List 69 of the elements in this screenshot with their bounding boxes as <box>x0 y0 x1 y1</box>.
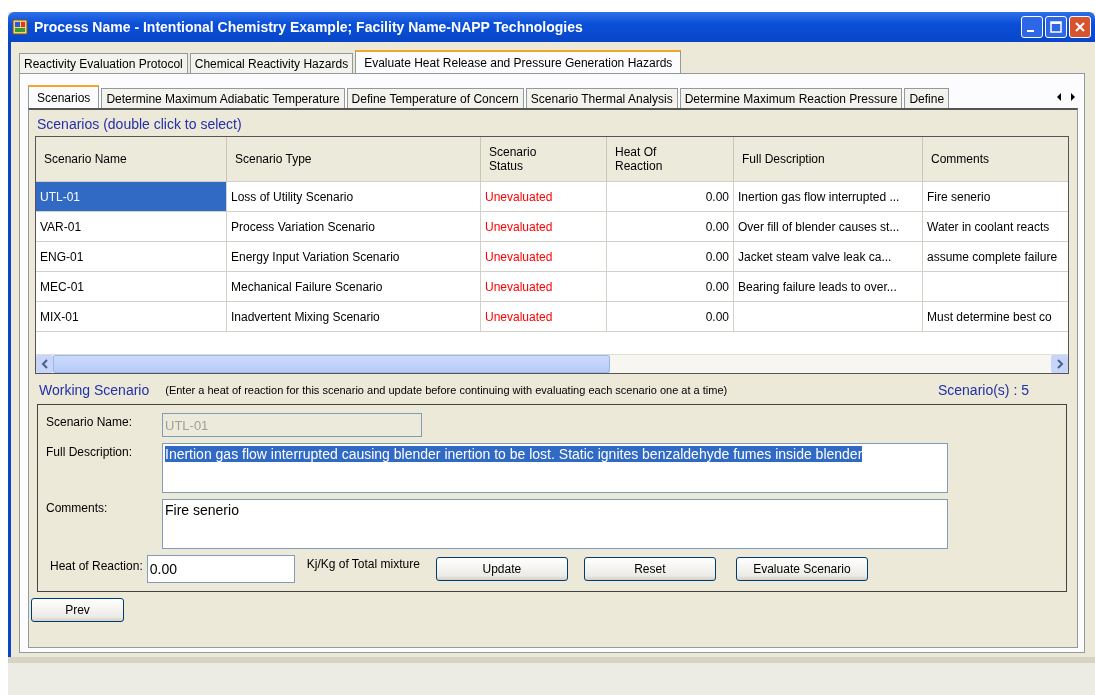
table-cell[interactable]: Inadvertent Mixing Scenario <box>227 302 481 332</box>
table-cell[interactable]: Fire senerio <box>923 182 1068 212</box>
table-cell[interactable]: Bearing failure leads to over... <box>734 272 923 302</box>
section-title: Scenarios (double click to select) <box>36 115 243 134</box>
scenario-count: Scenario(s) : 5 <box>937 382 1029 398</box>
column-header[interactable]: Full Description <box>734 137 923 181</box>
tab[interactable]: Chemical Reactivity Hazards <box>189 53 354 73</box>
action-button[interactable]: Update <box>435 557 568 581</box>
table-cell[interactable]: Unevaluated <box>481 242 607 272</box>
tab[interactable]: Reactivity Evaluation Protocol <box>19 53 188 73</box>
table-cell[interactable]: MIX-01 <box>36 302 227 332</box>
table-cell[interactable]: 0.00 <box>607 302 734 332</box>
tab[interactable]: Scenarios <box>28 85 100 108</box>
field-label: Heat of Reaction: <box>50 558 143 573</box>
field-label: Scenario Name: <box>46 414 134 431</box>
table-cell[interactable]: 0.00 <box>607 242 734 272</box>
field-label: Comments: <box>46 500 109 517</box>
table-cell[interactable]: Water in coolant reacts <box>923 212 1068 242</box>
close-button[interactable] <box>1069 16 1091 38</box>
table-cell[interactable]: MEC-01 <box>36 272 227 302</box>
table-cell[interactable] <box>734 302 923 332</box>
prev-button[interactable]: Prev <box>31 598 124 622</box>
tab[interactable]: Evaluate Heat Release and Pressure Generation Hazards <box>355 50 682 73</box>
table-cell[interactable]: Must determine best co <box>923 302 1068 332</box>
table-cell[interactable]: Inertion gas flow interrupted ... <box>734 182 923 212</box>
minimize-icon <box>1026 30 1034 32</box>
description-field[interactable]: Inertion gas flow interrupted causing blender inertion to be lost. Static ignites benzaldehyde fumes inside blender <box>162 443 948 493</box>
table-cell[interactable]: Energy Input Variation Scenario <box>227 242 481 272</box>
table-cell[interactable]: Unevaluated <box>481 212 607 242</box>
hint-text: (Enter a heat of reaction for this scenario and update before continuing with evaluating each scenario one at a time) <box>165 384 728 396</box>
table-cell[interactable]: Over fill of blender causes st... <box>734 212 923 242</box>
table-cell[interactable]: Unevaluated <box>481 302 607 332</box>
window-title: Process Name - Intentional Chemistry Example; Facility Name-NAPP Technologies <box>34 19 584 35</box>
table-cell[interactable]: 0.00 <box>607 182 734 212</box>
heat-of-reaction-field[interactable]: 0.00 <box>146 555 295 583</box>
tab[interactable]: Define Temperature of Concern <box>346 88 524 108</box>
tab[interactable]: Determine Maximum Reaction Pressure <box>679 88 903 108</box>
action-button[interactable]: Evaluate Scenario <box>735 557 868 581</box>
table-cell[interactable]: UTL-01 <box>36 182 227 212</box>
table-cell[interactable]: 0.00 <box>607 272 734 302</box>
table-cell[interactable]: Unevaluated <box>481 182 607 212</box>
column-header[interactable]: Scenario Status <box>481 137 607 181</box>
table-cell[interactable]: 0.00 <box>607 212 734 242</box>
action-button[interactable]: Reset <box>583 557 716 581</box>
tab[interactable]: Define <box>904 88 950 108</box>
table-cell[interactable]: VAR-01 <box>36 212 227 242</box>
table-cell[interactable]: Loss of Utility Scenario <box>227 182 481 212</box>
table-cell[interactable]: assume complete failure <box>923 242 1068 272</box>
field-label: Full Description: <box>46 444 134 461</box>
section-title: Working Scenario <box>39 382 150 398</box>
close-icon <box>1074 21 1086 33</box>
maximize-button[interactable] <box>1045 16 1067 38</box>
tab[interactable]: Determine Maximum Adiabatic Temperature <box>101 88 345 108</box>
table-cell[interactable]: Mechanical Failure Scenario <box>227 272 481 302</box>
comments-field[interactable]: Fire senerio <box>162 499 948 549</box>
minimize-button[interactable] <box>1021 16 1043 38</box>
table-cell[interactable]: Unevaluated <box>481 272 607 302</box>
table-cell[interactable]: ENG-01 <box>36 242 227 272</box>
table-cell[interactable]: Process Variation Scenario <box>227 212 481 242</box>
table-cell[interactable]: Jacket steam valve leak ca... <box>734 242 923 272</box>
column-header[interactable]: Comments <box>923 137 1068 181</box>
maximize-icon <box>1050 21 1062 33</box>
app-icon <box>12 19 28 35</box>
column-header[interactable]: Scenario Name <box>36 137 227 181</box>
column-header[interactable]: Scenario Type <box>227 137 481 181</box>
scroll-right-icon[interactable] <box>1068 92 1078 102</box>
tab[interactable]: Scenario Thermal Analysis <box>525 88 678 108</box>
unit-label: Kj/Kg of Total mixture <box>306 556 420 571</box>
column-header[interactable]: Heat Of Reaction <box>607 137 734 181</box>
